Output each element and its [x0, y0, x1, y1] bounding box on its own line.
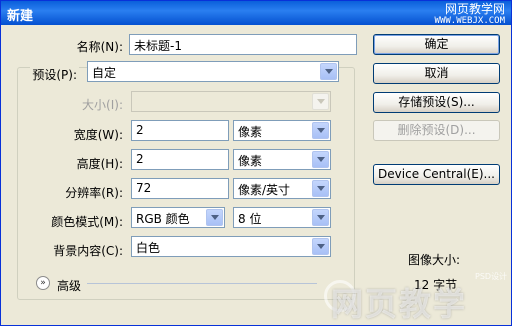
save-preset-button[interactable]: 存储预设(S)... — [373, 92, 500, 113]
advanced-label[interactable]: 高级 — [57, 277, 81, 294]
watermark-text: 网页教学网 — [444, 2, 505, 16]
chevron-double-down-icon[interactable]: » — [36, 276, 50, 290]
preset-value: 自定 — [92, 66, 117, 80]
new-document-dialog: 新建 网页教学网 WWW.WEBJX.COM 名称(N): 未标题-1 预设(P… — [0, 0, 512, 326]
dropdown-arrow-icon[interactable] — [312, 209, 329, 226]
resolution-input[interactable]: 72 — [131, 178, 229, 199]
background-value: 白色 — [136, 241, 161, 255]
size-label: 大小(I): — [82, 98, 123, 112]
device-central-button[interactable]: Device Central(E)... — [373, 164, 500, 185]
dropdown-arrow-icon[interactable] — [320, 63, 337, 80]
height-input[interactable]: 2 — [131, 149, 229, 170]
height-unit-value: 像素 — [238, 154, 263, 168]
watermark-subtext: WWW.WEBJX.COM — [434, 16, 505, 26]
dropdown-arrow-icon[interactable] — [312, 151, 329, 168]
resolution-unit-select[interactable]: 像素/英寸 — [233, 178, 331, 199]
width-unit-value: 像素 — [238, 125, 263, 139]
background-select[interactable]: 白色 — [131, 236, 331, 257]
resolution-unit-value: 像素/英寸 — [238, 183, 291, 197]
height-label: 高度(H): — [76, 157, 123, 171]
dropdown-arrow-icon[interactable] — [206, 209, 223, 226]
advanced-divider — [87, 283, 317, 284]
color-mode-value: RGB 颜色 — [136, 212, 190, 226]
watermark-bottom: 网页教学 — [331, 285, 468, 323]
title-bar[interactable]: 新建 网页教学网 WWW.WEBJX.COM — [1, 1, 511, 27]
dropdown-arrow-icon — [312, 93, 329, 110]
dropdown-arrow-icon[interactable] — [312, 122, 329, 139]
width-label: 宽度(W): — [73, 128, 123, 142]
preset-label: 预设(P): — [30, 66, 79, 83]
color-mode-label: 颜色模式(M): — [51, 215, 123, 229]
watermark-logo: 网页教学网 WWW.WEBJX.COM — [435, 3, 505, 27]
cancel-button[interactable]: 取消 — [373, 63, 500, 84]
ok-button[interactable]: 确定 — [373, 34, 500, 55]
dialog-title: 新建 — [7, 9, 34, 24]
name-label: 名称(N): — [76, 40, 123, 54]
resolution-label: 分辨率(R): — [65, 186, 123, 200]
width-input[interactable]: 2 — [131, 120, 229, 141]
bit-depth-select[interactable]: 8 位 — [233, 207, 331, 228]
dropdown-arrow-icon[interactable] — [312, 180, 329, 197]
preset-select[interactable]: 自定 — [87, 61, 339, 82]
color-mode-select[interactable]: RGB 颜色 — [131, 207, 225, 228]
bit-depth-value: 8 位 — [238, 212, 262, 226]
name-input[interactable]: 未标题-1 — [129, 34, 357, 55]
dropdown-arrow-icon[interactable] — [312, 238, 329, 255]
width-unit-select[interactable]: 像素 — [233, 120, 331, 141]
watermark-small: PSD设计 — [475, 272, 508, 281]
image-size-label: 图像大小: — [408, 253, 461, 267]
background-label: 背景内容(C): — [53, 244, 123, 258]
delete-preset-button: 删除预设(D)... — [373, 120, 500, 141]
height-unit-select[interactable]: 像素 — [233, 149, 331, 170]
size-select — [131, 91, 331, 112]
